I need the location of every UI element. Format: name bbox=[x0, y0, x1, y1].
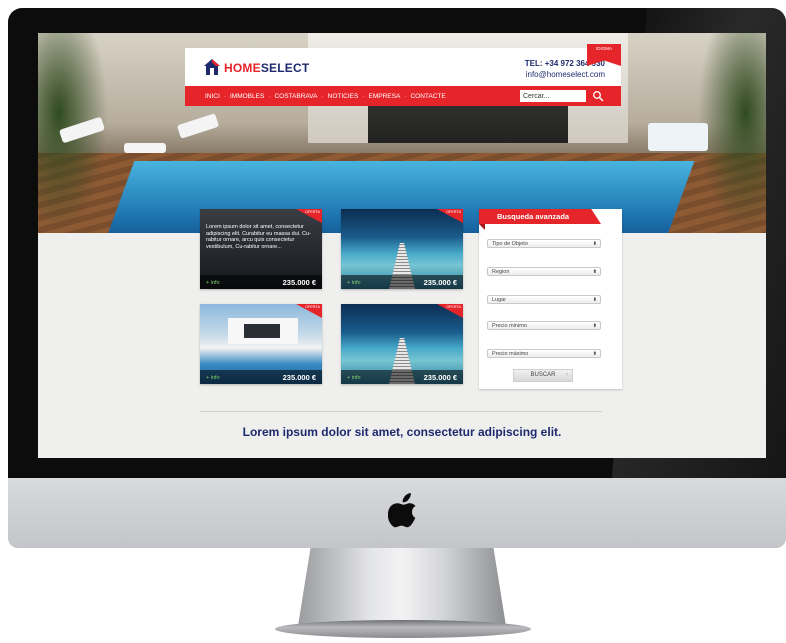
listing-card[interactable]: OFERTA Lorem ipsum dolor sit amet, conse… bbox=[200, 209, 322, 289]
location-select[interactable]: Lugar ⬍ bbox=[487, 295, 601, 304]
advanced-search-panel: Busqueda avanzada Tipo de Objeto ⬍ Region… bbox=[479, 209, 622, 389]
nav-item-contacte[interactable]: CONTACTE bbox=[410, 93, 445, 100]
select-arrows-icon: ⬍ bbox=[592, 269, 597, 275]
nav-item-noticies[interactable]: NOTICIES bbox=[328, 93, 359, 100]
logo-select: SELECT bbox=[260, 61, 310, 75]
nav-separator: · bbox=[362, 92, 365, 100]
min-price-select[interactable]: Precio minimo ⬍ bbox=[487, 321, 601, 330]
select-arrows-icon: ⬍ bbox=[592, 241, 597, 247]
select-label: Region bbox=[492, 269, 510, 275]
region-select[interactable]: Region ⬍ bbox=[487, 267, 601, 276]
listing-description: Lorem ipsum dolor sit amet, consectetur … bbox=[206, 224, 311, 250]
select-label: Precio máximo bbox=[492, 351, 529, 357]
logo-wordmark: HOMESELECT bbox=[224, 61, 309, 75]
more-info-link[interactable]: + info bbox=[347, 280, 361, 286]
site-logo[interactable]: HOMESELECT bbox=[203, 56, 313, 82]
search-icon[interactable] bbox=[592, 90, 604, 102]
advanced-search-title: Busqueda avanzada bbox=[479, 209, 601, 224]
nav-items: INICI · IMMOBLES · COSTABRAVA · NOTICIES… bbox=[205, 86, 446, 106]
select-label: Tipo de Objeto bbox=[492, 241, 528, 247]
hero-lounger bbox=[176, 113, 220, 139]
nav-separator: · bbox=[223, 92, 226, 100]
max-price-select[interactable]: Precio máximo ⬍ bbox=[487, 349, 601, 358]
listing-price: 235.000 € bbox=[423, 373, 457, 382]
hero-table bbox=[124, 143, 166, 153]
hero-plant bbox=[698, 33, 766, 233]
select-arrows-icon: ⬍ bbox=[592, 297, 597, 303]
listing-price: 235.000 € bbox=[282, 278, 316, 287]
ribbon-fold bbox=[479, 224, 485, 230]
more-info-link[interactable]: + info bbox=[347, 375, 361, 381]
site-header: HOMESELECT TEL: +34 972 364 930 info@hom… bbox=[185, 44, 621, 86]
chevron-right-icon: › bbox=[566, 372, 568, 378]
more-info-link[interactable]: + info bbox=[206, 375, 220, 381]
listing-card[interactable]: OFERTA + info 235.000 € bbox=[341, 209, 463, 289]
logo-home: HOME bbox=[224, 61, 261, 75]
search-input[interactable] bbox=[520, 90, 586, 102]
nav-item-empresa[interactable]: EMPRESA bbox=[369, 93, 401, 100]
email-link[interactable]: info@homeselect.com bbox=[526, 70, 605, 79]
monitor-foot bbox=[275, 620, 531, 638]
more-info-link[interactable]: + info bbox=[206, 280, 220, 286]
select-arrows-icon: ⬍ bbox=[592, 323, 597, 329]
nav-separator: · bbox=[268, 92, 271, 100]
tagline-heading: Lorem ipsum dolor sit amet, consectetur … bbox=[242, 425, 562, 439]
select-arrows-icon: ⬍ bbox=[592, 351, 597, 357]
nav-separator: · bbox=[404, 92, 407, 100]
select-label: Lugar bbox=[492, 297, 507, 303]
listing-price: 235.000 € bbox=[282, 373, 316, 382]
property-type-select[interactable]: Tipo de Objeto ⬍ bbox=[487, 239, 601, 248]
select-label: Precio minimo bbox=[492, 323, 527, 329]
hero-sofa bbox=[648, 123, 708, 151]
listing-card[interactable]: OFERTA + info 235.000 € bbox=[200, 304, 322, 384]
house-window-graphic bbox=[244, 324, 280, 338]
monitor-stand bbox=[298, 548, 506, 626]
apple-logo-icon bbox=[388, 493, 416, 528]
section-divider bbox=[200, 411, 602, 412]
nav-item-costabrava[interactable]: COSTABRAVA bbox=[274, 93, 317, 100]
search-submit-button[interactable]: BUSCAR › bbox=[513, 369, 573, 382]
screen: HOMESELECT TEL: +34 972 364 930 info@hom… bbox=[38, 33, 766, 458]
nav-item-immobles[interactable]: IMMOBLES bbox=[230, 93, 264, 100]
listing-price: 235.000 € bbox=[423, 278, 457, 287]
search-submit-label: BUSCAR bbox=[530, 372, 556, 378]
house-logo-icon bbox=[204, 59, 220, 75]
nav-separator: · bbox=[321, 92, 324, 100]
nav-item-inici[interactable]: INICI bbox=[205, 93, 220, 100]
listing-card[interactable]: OFERTA + info 235.000 € bbox=[341, 304, 463, 384]
